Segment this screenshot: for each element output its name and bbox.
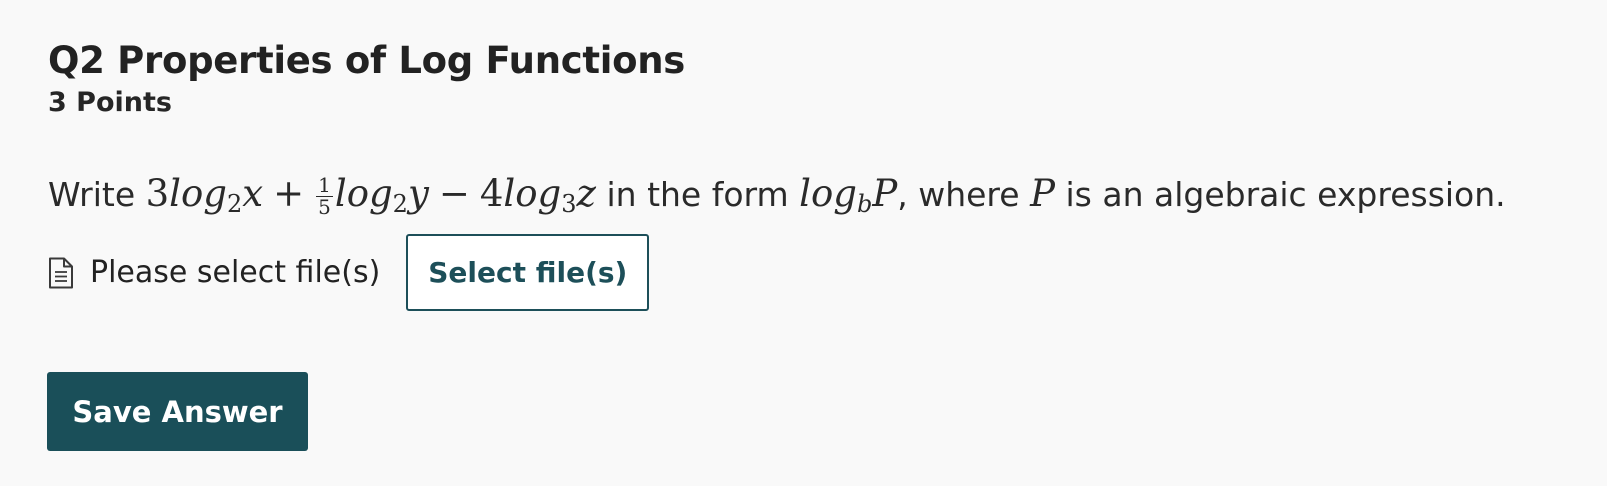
math-log-2: log <box>334 172 393 215</box>
math-coef-1: 3 <box>145 172 170 215</box>
prompt-write-text: Write <box>48 175 136 214</box>
document-icon <box>48 257 74 289</box>
math-var-y: y <box>407 172 429 215</box>
math-var-z: z <box>576 172 597 215</box>
math-where-var: P <box>1030 172 1055 215</box>
math-var-x: x <box>242 172 264 215</box>
save-answer-button[interactable]: Save Answer <box>47 372 308 451</box>
question-prompt: Write 3log2x +1 5 log2y −4log3z in the form … <box>48 164 1506 225</box>
question-points: 3 Points <box>48 87 172 118</box>
math-fraction: 15 <box>316 175 333 218</box>
math-log-3: log <box>503 172 562 215</box>
math-fraction-numerator: 1 <box>316 173 333 197</box>
math-base-3: 3 <box>561 190 577 218</box>
question-title: Q2 Properties of Log Functions <box>48 39 686 82</box>
math-fraction-denominator: 5 <box>318 195 331 219</box>
math-form-base: b <box>856 190 873 218</box>
prompt-in-the-form-text: in the form <box>606 175 789 214</box>
prompt-where-text: , where <box>897 175 1020 214</box>
math-form-log: log <box>799 172 857 215</box>
math-target-form: logbP <box>799 172 898 218</box>
math-minus: − <box>438 172 470 215</box>
file-upload-row: Please select file(s) Select file(s) <box>48 234 650 311</box>
math-expression: 3log2x +1 5 log2y −4log3z <box>145 172 597 218</box>
select-files-button[interactable]: Select file(s) <box>406 234 650 311</box>
math-base-1: 2 <box>226 190 243 218</box>
question-panel: Q2 Properties of Log Functions 3 Points … <box>48 36 1588 311</box>
file-status-text: Please select file(s) <box>90 255 381 290</box>
math-plus: + <box>273 172 305 215</box>
math-base-2: 2 <box>392 190 408 218</box>
math-log-1: log <box>169 172 227 215</box>
math-form-arg: P <box>872 172 898 215</box>
math-coef-3: 4 <box>479 172 504 215</box>
prompt-rest-text: is an algebraic expression. <box>1065 175 1506 214</box>
